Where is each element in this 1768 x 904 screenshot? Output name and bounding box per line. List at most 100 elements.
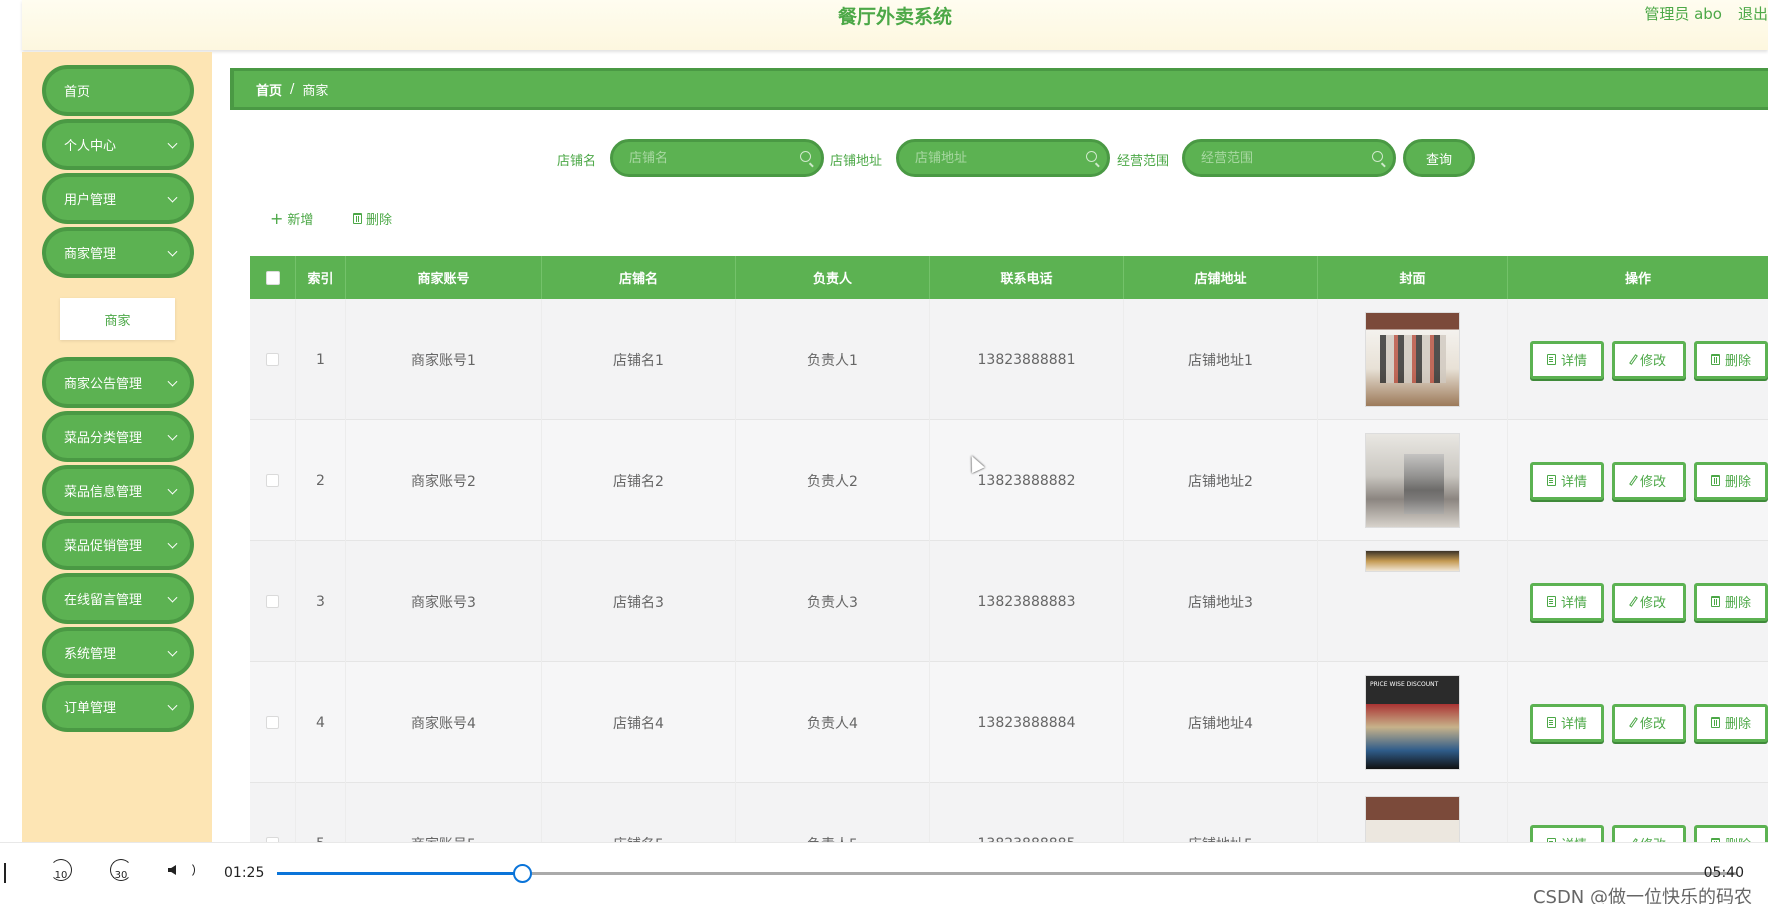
delete-button[interactable]: 删除 xyxy=(1694,703,1768,742)
sidebar-item-merchants[interactable]: 商家管理 xyxy=(42,227,194,278)
sidebar: 首页 个人中心 用户管理 商家管理 商家 商家公告管理 菜品分类管理 菜品信息管… xyxy=(22,52,212,852)
shop-name-cell: 店铺名3 xyxy=(542,541,736,662)
forward-seconds: 30 xyxy=(114,870,128,881)
cover-image[interactable] xyxy=(1365,433,1460,528)
sidebar-item-label: 商家公告管理 xyxy=(64,377,143,392)
shop-address-input[interactable] xyxy=(915,142,1075,174)
sidebar-item-dish-promotions[interactable]: 菜品促销管理 xyxy=(42,519,194,570)
detail-button[interactable]: 详情 xyxy=(1530,461,1604,500)
edit-button[interactable]: 修改 xyxy=(1612,340,1686,379)
shop-name-cell: 店铺名4 xyxy=(542,662,736,783)
pen-icon xyxy=(1629,475,1638,486)
delete-button[interactable]: 删除 xyxy=(1694,582,1768,621)
index-cell: 3 xyxy=(296,541,346,662)
column-header[interactable]: 索引 xyxy=(296,256,346,299)
owner-cell: 负责人3 xyxy=(736,541,930,662)
column-header[interactable]: 店铺地址 xyxy=(1124,256,1318,299)
row-select-cell xyxy=(250,541,296,662)
cover-cell xyxy=(1318,541,1508,662)
sidebar-item-home[interactable]: 首页 xyxy=(42,65,194,116)
edit-label: 修改 xyxy=(1639,717,1666,732)
actions-cell: 详情 修改 删除 xyxy=(1508,299,1768,420)
business-scope-input[interactable] xyxy=(1201,142,1361,174)
document-icon xyxy=(1546,354,1556,365)
owner-cell: 负责人1 xyxy=(736,299,930,420)
pen-icon xyxy=(1629,596,1638,607)
detail-button[interactable]: 详情 xyxy=(1530,582,1604,621)
volume-waves-icon xyxy=(181,862,195,878)
column-header[interactable]: 负责人 xyxy=(736,256,930,299)
table-row[interactable]: 4 商家账号4 店铺名4 负责人4 13823888884 店铺地址4 详情 修… xyxy=(250,662,1768,783)
cover-cell xyxy=(1318,783,1508,845)
query-button[interactable]: 查询 xyxy=(1403,139,1475,177)
cover-cell xyxy=(1318,299,1508,420)
sidebar-item-label: 首页 xyxy=(64,85,91,100)
edit-button[interactable]: 修改 xyxy=(1612,703,1686,742)
row-checkbox[interactable] xyxy=(266,716,279,729)
edit-button[interactable]: 修改 xyxy=(1612,461,1686,500)
trash-icon xyxy=(353,213,362,224)
table-row[interactable]: 2 商家账号2 店铺名2 负责人2 13823888882 店铺地址2 详情 修… xyxy=(250,420,1768,541)
table-row[interactable]: 1 商家账号1 店铺名1 负责人1 13823888881 店铺地址1 详情 修… xyxy=(250,299,1768,420)
sidebar-item-dish-categories[interactable]: 菜品分类管理 xyxy=(42,411,194,462)
detail-label: 详情 xyxy=(1560,354,1587,369)
phone-cell: 13823888883 xyxy=(930,541,1124,662)
account-cell: 商家账号5 xyxy=(346,783,542,845)
table-body: 1 商家账号1 店铺名1 负责人1 13823888881 店铺地址1 详情 修… xyxy=(250,299,1768,845)
column-header[interactable]: 商家账号 xyxy=(346,256,542,299)
shop-address-search-field[interactable] xyxy=(896,139,1110,177)
business-scope-search-field[interactable] xyxy=(1182,139,1396,177)
sidebar-item-label: 菜品分类管理 xyxy=(64,431,143,446)
volume-icon[interactable] xyxy=(168,865,176,875)
table-row[interactable]: 3 商家账号3 店铺名3 负责人3 13823888883 店铺地址3 详情 修… xyxy=(250,541,1768,662)
account-cell: 商家账号1 xyxy=(346,299,542,420)
shop-name-search-field[interactable] xyxy=(610,139,824,177)
phone-cell: 13823888882 xyxy=(930,420,1124,541)
seek-thumb[interactable] xyxy=(513,864,533,883)
sidebar-item-messages[interactable]: 在线留言管理 xyxy=(42,573,194,624)
play-pause-icon[interactable] xyxy=(4,863,6,883)
delete-button[interactable]: 删除 xyxy=(1694,461,1768,500)
seek-bar[interactable] xyxy=(277,872,1737,875)
batch-delete-button[interactable]: 删除 xyxy=(353,209,392,228)
row-checkbox[interactable] xyxy=(266,474,279,487)
column-header[interactable]: 店铺名 xyxy=(542,256,736,299)
shop-name-input[interactable] xyxy=(629,142,789,174)
plus-icon: + xyxy=(270,209,284,228)
delete-button[interactable]: 删除 xyxy=(1694,340,1768,379)
table-row[interactable]: 5 商家账号5 店铺名5 负责人5 13823888885 店铺地址5 详情 修… xyxy=(250,783,1768,845)
detail-button[interactable]: 详情 xyxy=(1530,340,1604,379)
account-cell: 商家账号4 xyxy=(346,662,542,783)
cover-image[interactable] xyxy=(1365,796,1460,845)
trash-icon xyxy=(1710,475,1720,486)
sidebar-item-orders[interactable]: 订单管理 xyxy=(42,681,194,732)
logout-link[interactable]: 退出 xyxy=(1738,3,1768,24)
rewind-button[interactable]: 10 xyxy=(46,855,76,885)
cover-image[interactable] xyxy=(1365,550,1460,572)
sidebar-item-users[interactable]: 用户管理 xyxy=(42,173,194,224)
detail-button[interactable]: 详情 xyxy=(1530,703,1604,742)
select-all-checkbox[interactable] xyxy=(265,270,280,285)
search-label-shop-name: 店铺名 xyxy=(557,154,597,169)
breadcrumb-home[interactable]: 首页 xyxy=(256,80,282,99)
total-time: 05:40 xyxy=(1703,865,1744,881)
row-checkbox[interactable] xyxy=(266,353,279,366)
sidebar-item-profile[interactable]: 个人中心 xyxy=(42,119,194,170)
submenu-item-merchant[interactable]: 商家 xyxy=(60,298,175,340)
current-user[interactable]: 管理员 abo xyxy=(1644,3,1722,24)
edit-label: 修改 xyxy=(1639,475,1666,490)
column-header[interactable]: 联系电话 xyxy=(930,256,1124,299)
add-button[interactable]: + 新增 xyxy=(270,209,313,229)
sidebar-item-merchant-notices[interactable]: 商家公告管理 xyxy=(42,357,194,408)
phone-cell: 13823888885 xyxy=(930,783,1124,845)
sidebar-item-system[interactable]: 系统管理 xyxy=(42,627,194,678)
column-header: 封面 xyxy=(1318,256,1508,299)
sidebar-item-dish-info[interactable]: 菜品信息管理 xyxy=(42,465,194,516)
forward-button[interactable]: 30 xyxy=(106,855,136,885)
chevron-down-icon xyxy=(167,646,178,657)
cover-image[interactable] xyxy=(1365,675,1460,770)
edit-button[interactable]: 修改 xyxy=(1612,582,1686,621)
actions-cell: 详情 修改 删除 xyxy=(1508,420,1768,541)
cover-image[interactable] xyxy=(1365,312,1460,407)
row-checkbox[interactable] xyxy=(266,595,279,608)
